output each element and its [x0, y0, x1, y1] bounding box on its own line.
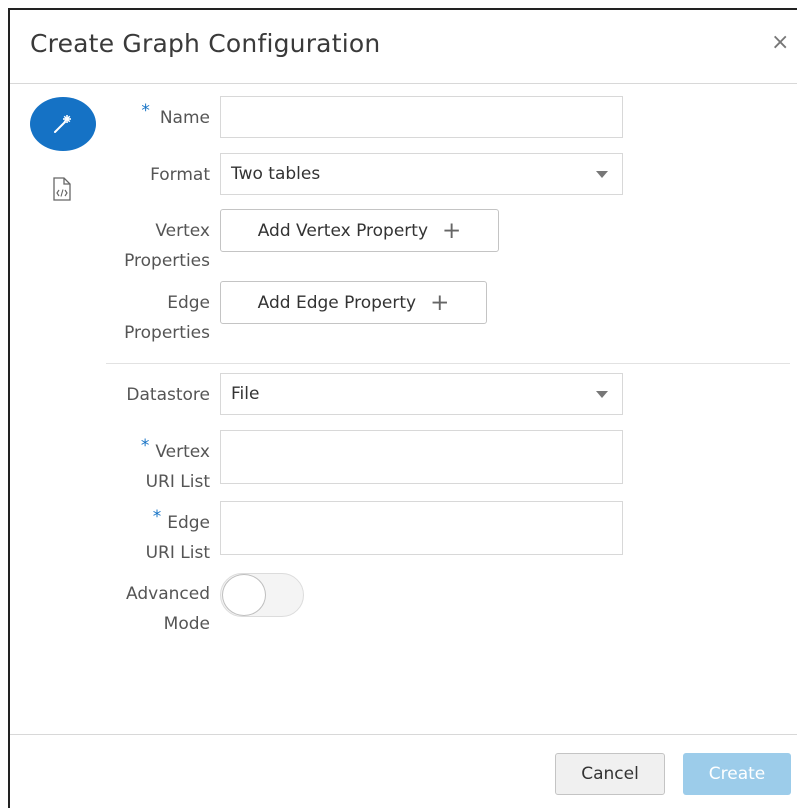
- edge-uri-list-label-line2: URI List: [145, 543, 210, 563]
- dialog-header: Create Graph Configuration ×: [10, 10, 797, 84]
- vertex-uri-list-input[interactable]: [220, 430, 623, 484]
- format-label: Format: [150, 165, 210, 185]
- add-edge-property-label: Add Edge Property: [257, 292, 417, 313]
- add-vertex-property-label: Add Vertex Property: [257, 220, 429, 241]
- edge-uri-list-input[interactable]: [220, 501, 623, 555]
- toggle-knob: [222, 574, 266, 616]
- advanced-mode-label-line1: Advanced: [126, 584, 210, 604]
- dialog-title: Create Graph Configuration: [30, 29, 381, 58]
- dialog-footer: Cancel Create: [10, 734, 797, 810]
- close-icon[interactable]: ×: [771, 32, 789, 54]
- name-label: * Name: [110, 101, 210, 133]
- vertex-uri-list-label: * Vertex URI List: [90, 436, 210, 497]
- required-marker: *: [141, 101, 150, 121]
- edge-uri-list-label-line1: Edge: [167, 513, 210, 533]
- code-file-icon: [53, 177, 71, 201]
- vertex-properties-label: Vertex Properties: [90, 216, 210, 276]
- create-button[interactable]: Create: [683, 753, 791, 795]
- format-select[interactable]: Two tables: [220, 153, 623, 195]
- vertex-properties-label-line1: Vertex: [155, 221, 210, 241]
- edge-properties-label-line2: Properties: [124, 323, 210, 343]
- datastore-select[interactable]: File: [220, 373, 623, 415]
- name-input[interactable]: [220, 96, 623, 138]
- datastore-select-value: File: [231, 384, 260, 404]
- edge-properties-label: Edge Properties: [90, 288, 210, 348]
- create-graph-dialog: Create Graph Configuration × * Name Forma…: [8, 8, 797, 808]
- vertex-uri-list-label-line2: URI List: [145, 472, 210, 492]
- cancel-button[interactable]: Cancel: [555, 753, 665, 795]
- chevron-down-icon: [596, 171, 608, 178]
- step-code[interactable]: [51, 177, 73, 201]
- edge-properties-label-line1: Edge: [167, 293, 210, 313]
- datastore-label: Datastore: [126, 385, 210, 405]
- name-label-text: Name: [159, 108, 210, 128]
- chevron-down-icon: [596, 391, 608, 398]
- edge-uri-list-label: * Edge URI List: [90, 507, 210, 568]
- step-general[interactable]: [30, 97, 96, 151]
- add-edge-property-button[interactable]: Add Edge Property +: [220, 281, 487, 324]
- required-marker: *: [140, 436, 150, 456]
- advanced-mode-label: Advanced Mode: [90, 579, 210, 639]
- advanced-mode-toggle[interactable]: [220, 573, 304, 617]
- required-marker: *: [152, 507, 162, 527]
- section-divider: [106, 363, 790, 364]
- plus-icon: +: [442, 217, 462, 244]
- add-vertex-property-button[interactable]: Add Vertex Property +: [220, 209, 499, 252]
- advanced-mode-label-line2: Mode: [163, 614, 210, 634]
- vertex-properties-label-line2: Properties: [124, 251, 210, 271]
- format-select-value: Two tables: [231, 164, 321, 184]
- plus-icon: +: [430, 289, 450, 316]
- magic-wand-icon: [54, 115, 71, 133]
- vertex-uri-list-label-line1: Vertex: [155, 442, 210, 462]
